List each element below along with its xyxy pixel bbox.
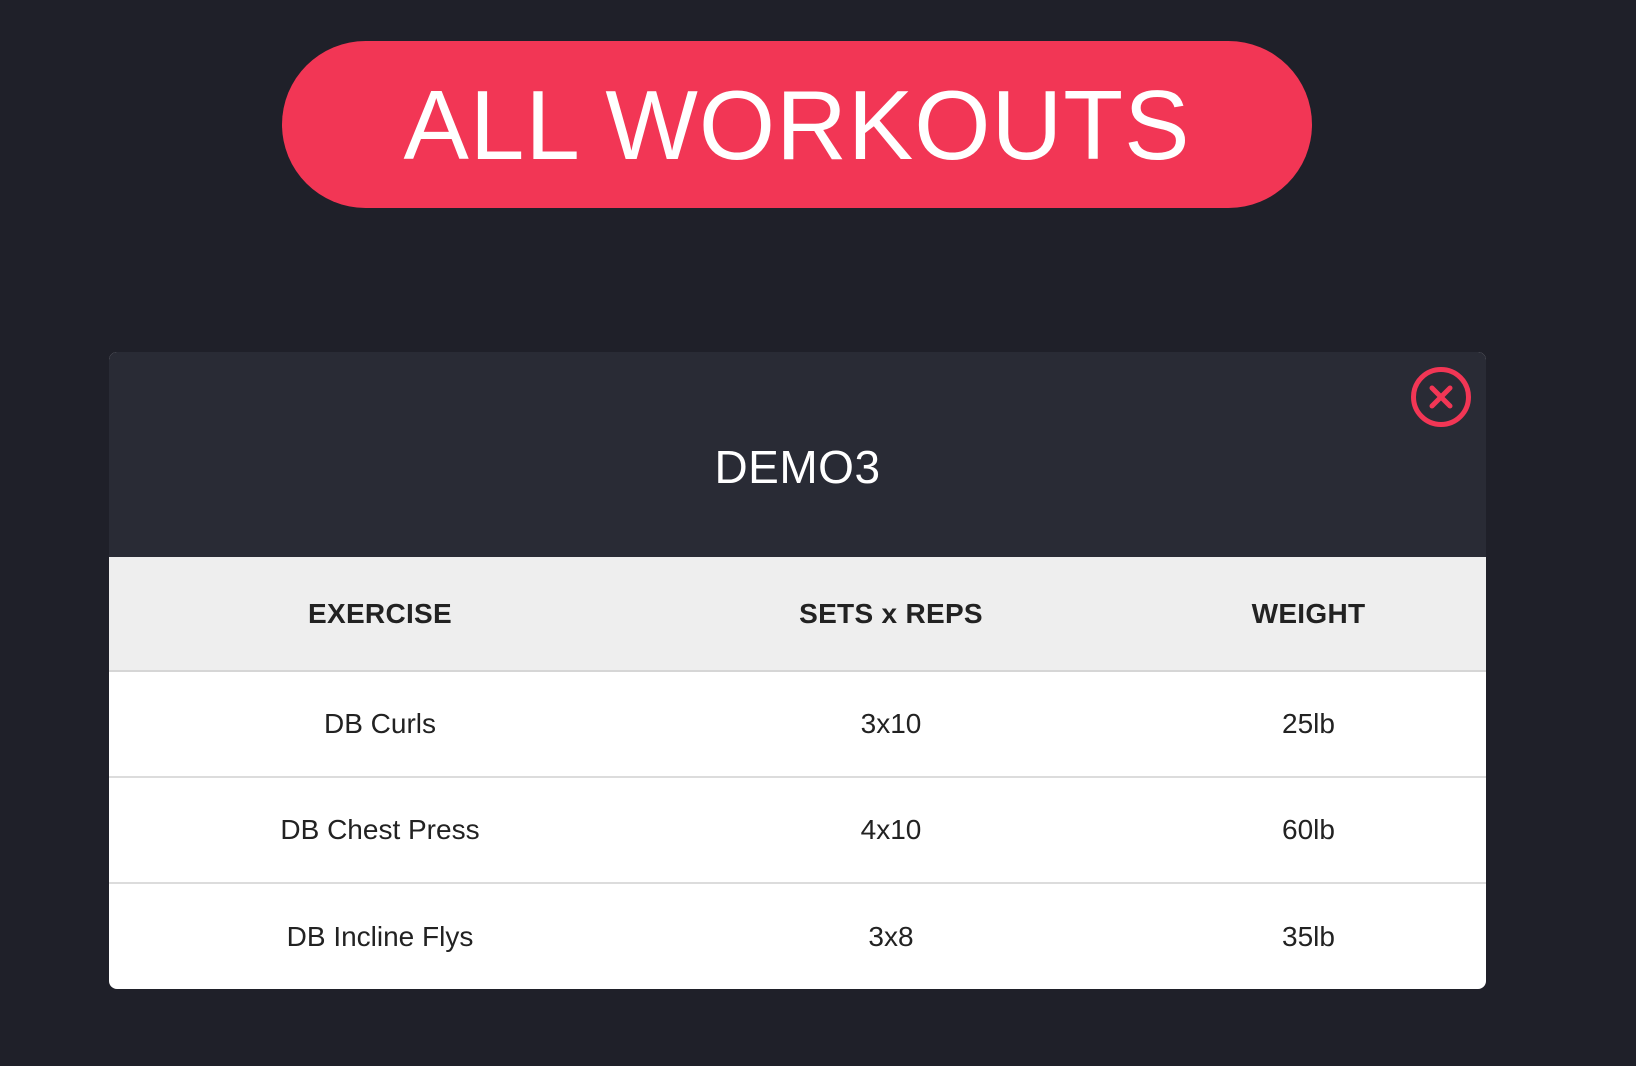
column-header-sets-reps: SETS x REPS	[799, 597, 983, 629]
table-row: DB Chest Press 4x10 60lb	[109, 777, 1486, 883]
page: ALL WORKOUTS DEMO3 EXERCISE SETS x REPS …	[0, 0, 1636, 1066]
column-header-exercise: EXERCISE	[308, 597, 452, 629]
close-circle-icon	[1429, 385, 1453, 409]
table-row: DB Incline Flys 3x8 35lb	[109, 883, 1486, 989]
close-button[interactable]	[1411, 367, 1471, 427]
weight-cell: 60lb	[1282, 814, 1335, 845]
page-title: ALL WORKOUTS	[403, 69, 1191, 180]
exercise-cell: DB Chest Press	[280, 814, 480, 845]
exercise-table: EXERCISE SETS x REPS WEIGHT DB Curls 3x1…	[109, 557, 1486, 989]
column-header-weight: WEIGHT	[1251, 597, 1366, 629]
sets-reps-cell: 4x10	[860, 814, 922, 845]
table-header-row: EXERCISE SETS x REPS WEIGHT	[109, 557, 1486, 671]
exercise-cell: DB Incline Flys	[286, 920, 474, 952]
exercise-cell: DB Curls	[323, 708, 436, 739]
table-row: DB Curls 3x10 25lb	[109, 671, 1486, 777]
weight-cell: 25lb	[1282, 708, 1335, 739]
workout-card: DEMO3 EXERCISE SETS x REPS WEIGHT DB Cur…	[109, 352, 1486, 989]
sets-reps-cell: 3x8	[868, 920, 914, 952]
workout-card-header: DEMO3	[109, 352, 1486, 557]
weight-cell: 35lb	[1282, 920, 1335, 952]
workout-name: DEMO3	[714, 440, 881, 493]
sets-reps-cell: 3x10	[860, 708, 922, 739]
all-workouts-banner[interactable]: ALL WORKOUTS	[282, 41, 1312, 208]
